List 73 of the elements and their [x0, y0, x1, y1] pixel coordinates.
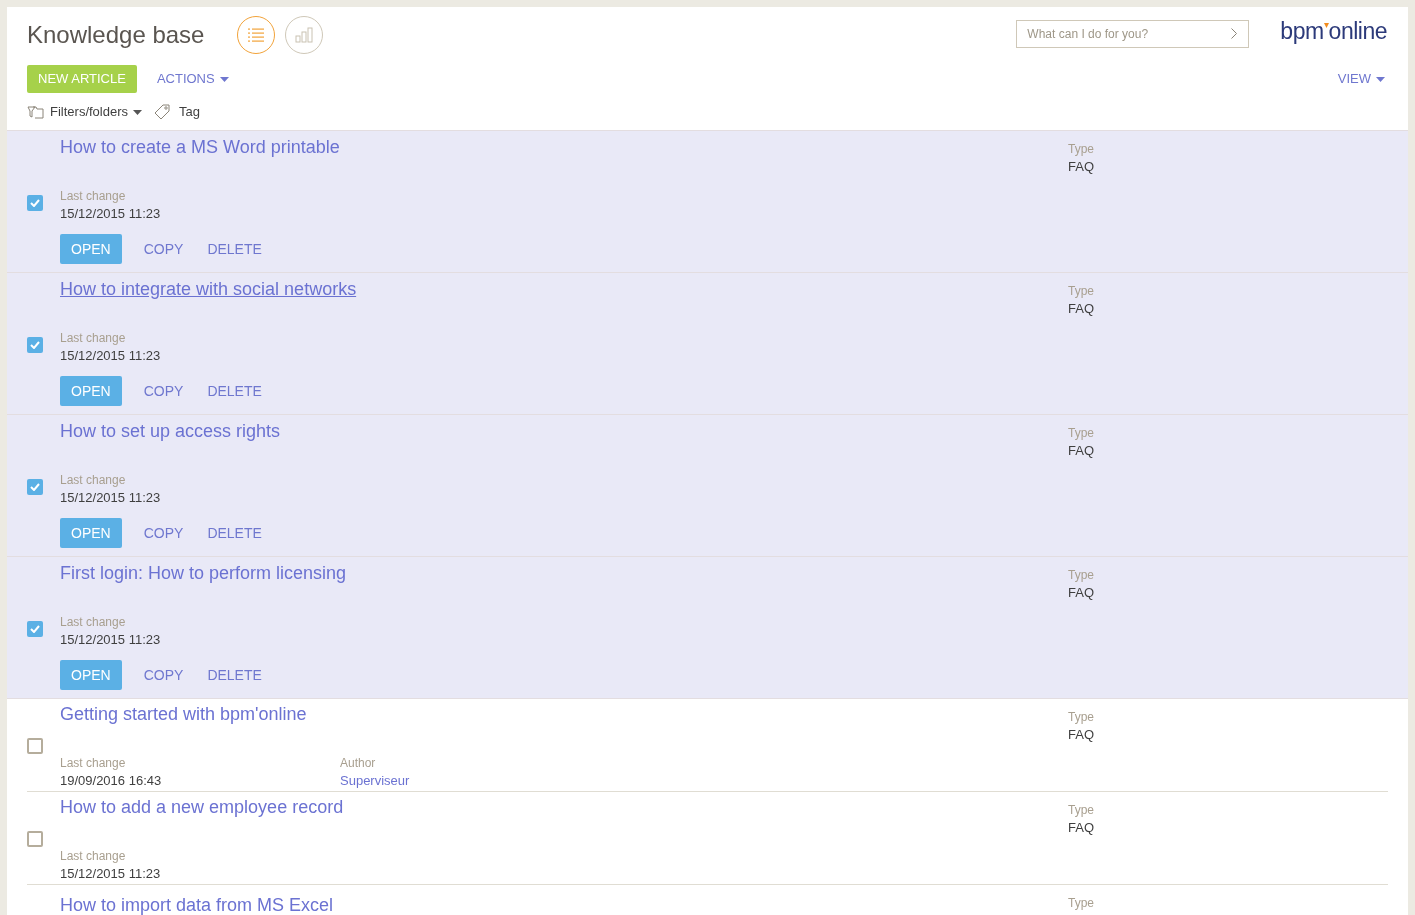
caret-icon [1376, 76, 1385, 82]
check-icon [30, 341, 40, 349]
field-label: Last change [60, 472, 127, 489]
checkbox[interactable] [27, 337, 43, 353]
open-button[interactable]: OPEN [60, 518, 122, 548]
field-value: 15/12/2015 11:23 [60, 205, 161, 223]
copy-button[interactable]: COPY [141, 518, 186, 548]
checkbox[interactable] [27, 738, 43, 754]
caret-icon [219, 76, 229, 82]
checkbox[interactable] [27, 621, 43, 637]
bar-chart-icon [295, 27, 313, 43]
type-label: Type [1068, 141, 1094, 158]
filters-folders-menu[interactable]: Filters/folders [27, 102, 143, 122]
view-menu[interactable]: VIEW [1337, 69, 1385, 89]
delete-button[interactable]: DELETE [205, 376, 264, 406]
delete-button[interactable]: DELETE [205, 234, 264, 264]
delete-button[interactable]: DELETE [205, 660, 264, 690]
article-title-link[interactable]: How to integrate with social networks [60, 278, 357, 300]
open-button[interactable]: OPEN [60, 234, 122, 264]
copy-button[interactable]: COPY [141, 376, 186, 406]
article-title-link[interactable]: How to create a MS Word printable [60, 136, 340, 158]
field-label: Author [340, 755, 377, 772]
article-title-link[interactable]: How to add a new employee record [60, 796, 344, 818]
field-link[interactable]: Superviseur [340, 772, 410, 790]
field-value: 15/12/2015 11:23 [60, 631, 161, 649]
article-title-link[interactable]: How to import data from MS Excel [60, 893, 334, 915]
chevron-right-icon [1231, 28, 1238, 39]
article-title-link[interactable]: Getting started with bpm'online [60, 703, 307, 725]
type-value: FAQ [1068, 584, 1094, 602]
new-article-button[interactable]: NEW ARTICLE [27, 65, 137, 93]
logo-mark-icon [1323, 22, 1329, 28]
check-icon [30, 625, 40, 633]
field-value: 15/12/2015 11:23 [60, 489, 161, 507]
caret-icon [133, 109, 143, 115]
tag-button[interactable]: Tag [154, 102, 200, 122]
type-value: FAQ [1068, 300, 1094, 318]
type-label: Type [1068, 802, 1094, 819]
type-label: Type [1068, 709, 1094, 726]
check-icon [30, 483, 40, 491]
field-label: Last change [60, 614, 127, 631]
open-button[interactable]: OPEN [60, 376, 122, 406]
tag-icon [154, 104, 172, 120]
logo: bpm online [1280, 16, 1387, 46]
type-value: FAQ [1068, 158, 1094, 176]
type-value: FAQ [1068, 442, 1094, 460]
field-label: Last change [60, 755, 127, 772]
field-label: Last change [60, 848, 127, 865]
type-label: Type [1068, 425, 1094, 442]
list-icon [248, 28, 264, 42]
type-label: Type [1068, 567, 1094, 584]
open-button[interactable]: OPEN [60, 660, 122, 690]
type-value: FAQ [1068, 726, 1094, 744]
field-label: Last change [60, 330, 127, 347]
type-label: Type [1068, 895, 1094, 912]
checkbox[interactable] [27, 479, 43, 495]
field-value: 15/12/2015 11:23 [60, 865, 161, 883]
folder-filter-icon [27, 104, 44, 120]
article-title-link[interactable]: First login: How to perform licensing [60, 562, 347, 584]
copy-button[interactable]: COPY [141, 660, 186, 690]
checkbox[interactable] [27, 195, 43, 211]
field-value: 19/09/2016 16:43 [60, 772, 162, 790]
field-value: 15/12/2015 11:23 [60, 347, 161, 365]
check-icon [30, 199, 40, 207]
delete-button[interactable]: DELETE [205, 518, 264, 548]
checkbox[interactable] [27, 831, 43, 847]
type-value: FAQ [1068, 819, 1094, 837]
page-title: Knowledge base [27, 20, 206, 50]
article-title-link[interactable]: How to set up access rights [60, 420, 281, 442]
type-label: Type [1068, 283, 1094, 300]
field-label: Last change [60, 188, 127, 205]
actions-menu[interactable]: ACTIONS [156, 69, 229, 89]
search-field[interactable]: What can I do for you? [1016, 20, 1250, 48]
copy-button[interactable]: COPY [141, 234, 186, 264]
